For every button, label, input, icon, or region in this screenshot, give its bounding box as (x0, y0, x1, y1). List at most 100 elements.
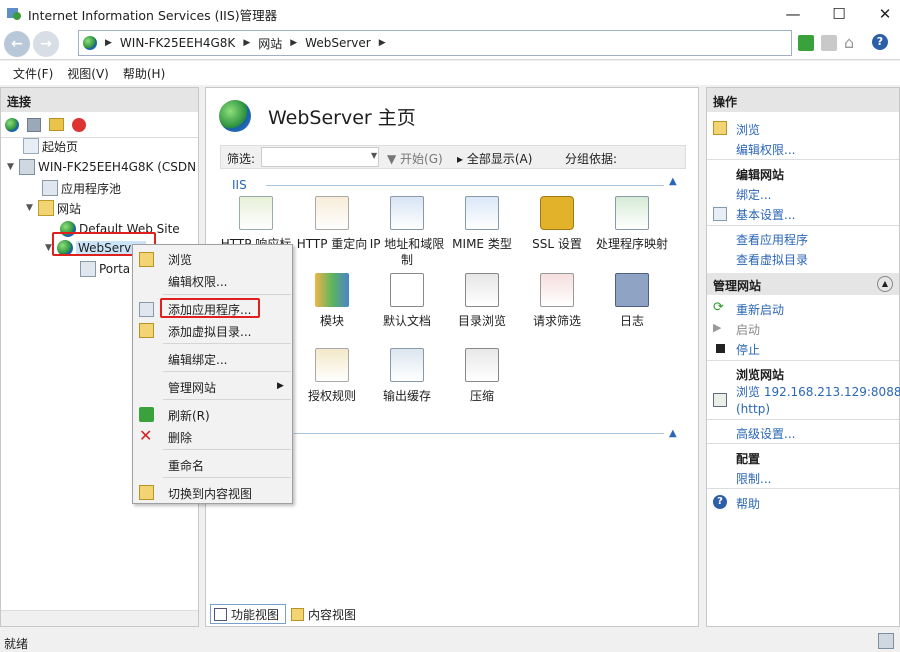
filter-label: 筛选: (227, 152, 256, 166)
feature-mime-types[interactable]: MIME 类型 (444, 196, 520, 252)
forward-button[interactable]: → (33, 31, 59, 57)
handler-icon (615, 196, 649, 230)
network-status-icon (878, 633, 894, 649)
server-icon (19, 159, 35, 175)
action-bindings[interactable]: 绑定... (736, 186, 771, 203)
up-folder-icon[interactable] (49, 118, 64, 131)
crumb-server[interactable]: WIN-FK25EEH4G8K (120, 36, 235, 50)
ctx-manage-site[interactable]: 管理网站 (168, 379, 216, 396)
feature-default-document[interactable]: 默认文档 (369, 273, 445, 329)
action-restart[interactable]: 重新启动 (736, 301, 784, 318)
action-edit-permissions[interactable]: 编辑权限... (736, 141, 795, 158)
actions-pane: 操作 浏览 编辑权限... 编辑网站 绑定... 基本设置... 查看应用程序 … (706, 87, 900, 627)
collapse-icon[interactable]: ▲ (877, 276, 893, 292)
collapse-icon[interactable]: ▲ (669, 176, 677, 187)
stop-icon[interactable] (821, 35, 837, 51)
action-browse[interactable]: 浏览 (736, 121, 760, 138)
save-icon[interactable] (27, 117, 41, 132)
action-stop[interactable]: 停止 (736, 341, 760, 358)
chevron-right-icon: ▶ (290, 38, 298, 48)
divider (163, 477, 291, 478)
action-view-applications[interactable]: 查看应用程序 (736, 231, 808, 248)
feature-authorization-rules[interactable]: 授权规则 (294, 348, 370, 404)
horizontal-scrollbar[interactable] (1, 610, 198, 626)
filter-input[interactable] (261, 147, 379, 167)
add-application-icon (139, 302, 154, 317)
site-globe-icon (219, 100, 251, 132)
feature-compression[interactable]: 压缩 (444, 348, 520, 404)
menu-help[interactable]: 帮助(H) (123, 65, 165, 82)
ctx-switch-content-view[interactable]: 切换到内容视图 (168, 485, 252, 502)
chevron-down-icon[interactable]: ▼ (7, 162, 19, 172)
feature-request-filtering[interactable]: 请求筛选 (519, 273, 595, 329)
tree-sites[interactable]: ▼ 网站 (26, 198, 81, 218)
chevron-right-icon: ▶ (243, 38, 251, 48)
ctx-delete[interactable]: 删除 (168, 429, 192, 446)
ctx-edit-bindings[interactable]: 编辑绑定... (168, 351, 227, 368)
divider (163, 449, 291, 450)
action-advanced-settings[interactable]: 高级设置... (736, 425, 795, 442)
home-icon[interactable]: ⌂ (844, 33, 862, 52)
menu-view[interactable]: 视图(V) (67, 65, 109, 82)
maximize-button[interactable]: ☐ (816, 0, 862, 27)
log-book-icon (615, 273, 649, 307)
actions-header: 操作 (707, 88, 899, 112)
action-basic-settings[interactable]: 基本设置... (736, 206, 795, 223)
crumb-webserver[interactable]: WebServer (305, 36, 371, 50)
menu-file[interactable]: 文件(F) (13, 65, 53, 82)
address-field[interactable]: ▶ WIN-FK25EEH4G8K ▶ 网站 ▶ WebServer ▶ (78, 30, 792, 56)
close-button[interactable]: ✕ (862, 0, 900, 27)
delete-icon: ✕ (139, 426, 153, 445)
feature-directory-browsing[interactable]: 目录浏览 (444, 273, 520, 329)
connections-toolbar (1, 112, 198, 138)
browse-icon (139, 252, 154, 267)
action-view-virtual-dirs[interactable]: 查看虚拟目录 (736, 251, 808, 268)
tree-server[interactable]: ▼ WIN-FK25EEH4G8K (CSDN (7, 157, 196, 177)
start-filter-button[interactable]: ▼ 开始(G) (387, 150, 443, 167)
help-icon[interactable]: ? (872, 34, 888, 50)
play-icon: ▶ (713, 321, 722, 334)
ctx-add-virtual-directory[interactable]: 添加虚拟目录... (168, 323, 251, 340)
crumb-sites[interactable]: 网站 (258, 35, 282, 52)
ctx-refresh[interactable]: 刷新(R) (168, 407, 210, 424)
ctx-browse[interactable]: 浏览 (168, 251, 192, 268)
features-view-icon (214, 607, 227, 621)
show-all-button[interactable]: ▸ 全部显示(A) (457, 150, 532, 167)
divider (163, 294, 291, 295)
minimize-button[interactable]: — (770, 0, 816, 27)
ctx-edit-permissions[interactable]: 编辑权限... (168, 273, 227, 290)
chevron-down-icon[interactable]: ▼ (26, 203, 38, 213)
application-icon (80, 261, 96, 277)
feature-output-caching[interactable]: 输出缓存 (369, 348, 445, 404)
connect-icon[interactable] (5, 117, 19, 132)
action-start[interactable]: 启动 (736, 321, 760, 338)
action-limits[interactable]: 限制... (736, 470, 771, 487)
feature-ip-restrictions[interactable]: IP 地址和域限制 (369, 196, 445, 268)
disconnect-icon[interactable] (72, 117, 86, 132)
lock-icon (540, 196, 574, 230)
divider (163, 371, 291, 372)
tree-app-pools[interactable]: 应用程序池 (42, 178, 121, 198)
tree-portal[interactable]: Porta (80, 259, 130, 279)
feature-modules[interactable]: 模块 (294, 273, 370, 329)
page-title: WebServer 主页 (268, 107, 416, 129)
ctx-rename[interactable]: 重命名 (168, 457, 204, 474)
divider (163, 343, 291, 344)
browse-site-heading: 浏览网站 (736, 368, 785, 382)
feature-ssl-settings[interactable]: SSL 设置 (519, 196, 595, 252)
filter-dropdown-icon[interactable]: ▼ (371, 151, 377, 160)
action-help[interactable]: 帮助 (736, 495, 760, 512)
tab-features-view[interactable]: 功能视图 (210, 604, 286, 624)
tab-content-view[interactable]: 内容视图 (290, 604, 366, 624)
edit-site-heading: 编辑网站 (736, 168, 785, 182)
feature-http-redirect[interactable]: HTTP 重定向 (294, 196, 370, 252)
group-by-label: 分组依据: (565, 152, 618, 166)
tree-start-page[interactable]: 起始页 (23, 136, 78, 156)
action-browse-address[interactable]: 浏览 192.168.213.129:8088 (http) (736, 384, 900, 418)
refresh-icon[interactable] (798, 35, 814, 51)
feature-logging[interactable]: 日志 (594, 273, 670, 329)
feature-handler-mappings[interactable]: 处理程序映射 (594, 196, 670, 252)
title-bar: Internet Information Services (IIS)管理器 —… (0, 0, 900, 27)
expand-icon[interactable]: ▲ (669, 428, 677, 439)
back-button[interactable]: ← (4, 31, 30, 57)
